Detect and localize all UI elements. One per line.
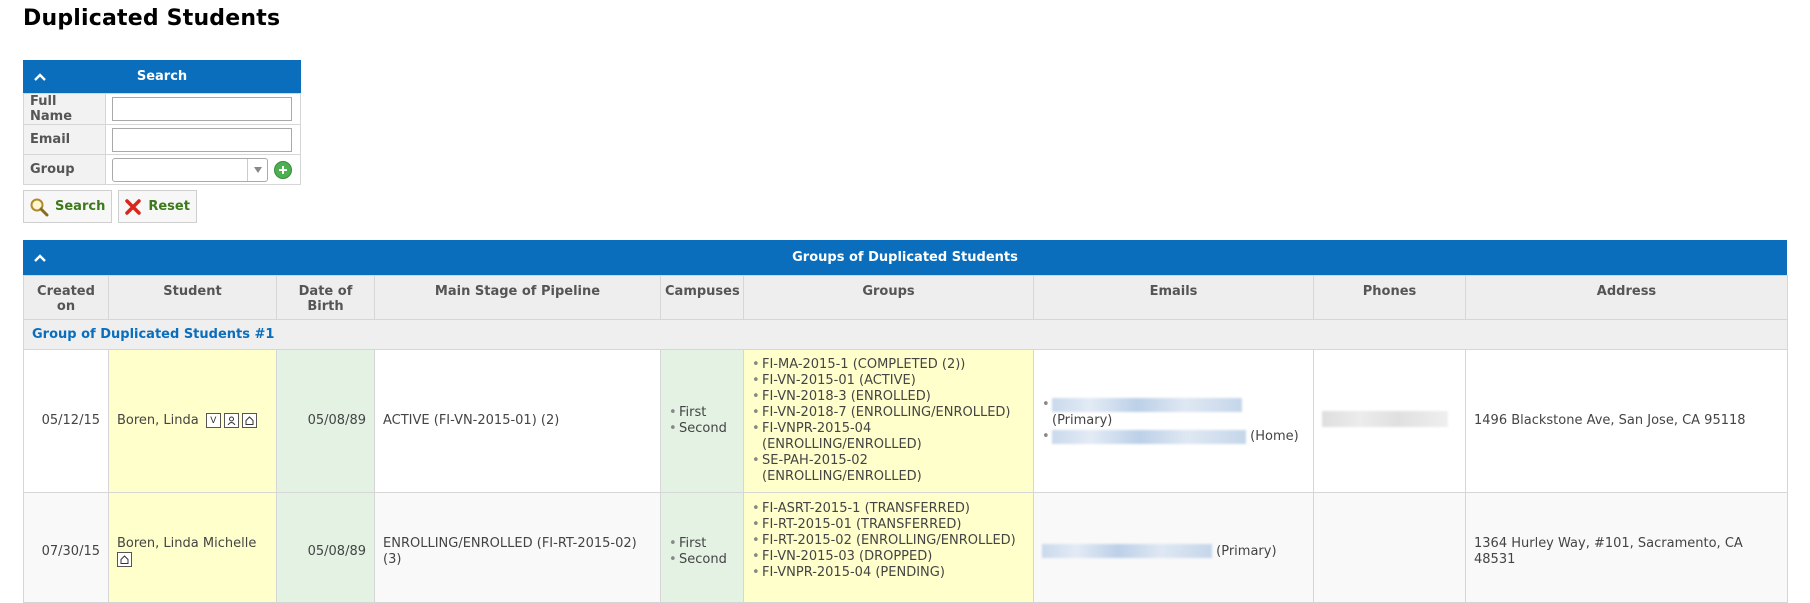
group-item: FI-VNPR-2015-04 (PENDING) — [752, 565, 1025, 581]
campus-item: First — [669, 405, 735, 421]
page-title: Duplicated Students — [23, 6, 281, 31]
add-group-icon[interactable] — [274, 160, 292, 179]
column-header-stage[interactable]: Main Stage of Pipeline — [374, 275, 661, 320]
column-header-address[interactable]: Address — [1465, 275, 1788, 320]
collapse-caret-icon[interactable] — [31, 240, 49, 275]
search-panel-header[interactable]: Search — [23, 60, 301, 93]
table-row[interactable]: 05/12/15 Boren, Linda V 05/08/89 ACTIVE … — [23, 349, 1788, 493]
group-item: FI-VN-2018-3 (ENROLLED) — [752, 389, 1025, 405]
group-header-row: Group of Duplicated Students #1 — [23, 319, 1788, 350]
red-x-icon — [124, 198, 142, 216]
column-header-groups[interactable]: Groups — [743, 275, 1034, 320]
campuses-cell: First Second — [660, 492, 744, 603]
dob-cell: 05/08/89 — [276, 349, 375, 493]
redacted-email — [1042, 544, 1212, 558]
stage-cell: ENROLLING/ENROLLED (FI-RT-2015-02) (3) — [374, 492, 661, 603]
campus-item: Second — [669, 421, 735, 437]
user-icon[interactable] — [223, 413, 239, 428]
group-item: FI-VNPR-2015-04 (ENROLLING/ENROLLED) — [752, 421, 1025, 453]
campus-item: Second — [669, 552, 735, 568]
group-item: SE-PAH-2015-02 (ENROLLING/ENROLLED) — [752, 453, 1025, 485]
created-cell: 07/30/15 — [23, 492, 109, 603]
chevron-down-icon[interactable] — [247, 158, 267, 181]
column-header-created[interactable]: Created on — [23, 275, 109, 320]
redacted-email — [1052, 429, 1246, 444]
group-item: FI-VN-2018-7 (ENROLLING/ENROLLED) — [752, 405, 1025, 421]
created-cell: 05/12/15 — [23, 349, 109, 493]
student-cell: Boren, Linda V — [108, 349, 277, 493]
redacted-email — [1052, 397, 1242, 412]
group-item: FI-VN-2015-01 (ACTIVE) — [752, 373, 1025, 389]
column-header-dob[interactable]: Date of Birth — [276, 275, 375, 320]
campuses-cell: First Second — [660, 349, 744, 493]
search-panel: Search Full Name Email Group Search Rese… — [23, 60, 301, 223]
home-icon[interactable] — [117, 551, 132, 567]
groups-panel-title: Groups of Duplicated Students — [792, 250, 1018, 265]
group-item: FI-RT-2015-02 (ENROLLING/ENROLLED) — [752, 533, 1025, 549]
column-header-emails[interactable]: Emails — [1033, 275, 1314, 320]
group-item: FI-RT-2015-01 (TRANSFERRED) — [752, 517, 1025, 533]
group-title[interactable]: Group of Duplicated Students #1 — [23, 319, 1788, 350]
student-name[interactable]: Boren, Linda — [117, 413, 199, 428]
groups-cell: FI-ASRT-2015-1 (TRANSFERRED) FI-RT-2015-… — [743, 492, 1034, 603]
reset-button[interactable]: Reset — [118, 190, 197, 223]
groups-cell: FI-MA-2015-1 (COMPLETED (2)) FI-VN-2015-… — [743, 349, 1034, 493]
address-cell: 1496 Blackstone Ave, San Jose, CA 95118 — [1465, 349, 1788, 493]
search-panel-title: Search — [136, 69, 188, 84]
reset-button-label: Reset — [148, 199, 190, 214]
full-name-label: Full Name — [23, 93, 106, 125]
table-header-row: Created on Student Date of Birth Main St… — [23, 275, 1788, 320]
student-cell: Boren, Linda Michelle — [108, 492, 277, 603]
dob-cell: 05/08/89 — [276, 492, 375, 603]
email-type: (Primary) — [1052, 413, 1113, 428]
group-label: Group — [23, 154, 106, 185]
collapse-caret-icon[interactable] — [31, 60, 49, 93]
search-button[interactable]: Search — [23, 190, 113, 223]
emails-cell: (Primary) — [1033, 492, 1314, 603]
full-name-input[interactable] — [112, 97, 292, 121]
group-select[interactable] — [112, 157, 268, 182]
group-item: FI-MA-2015-1 (COMPLETED (2)) — [752, 357, 1025, 373]
home-icon[interactable] — [241, 413, 257, 428]
address-cell: 1364 Hurley Way, #101, Sacramento, CA 48… — [1465, 492, 1788, 603]
redacted-phone — [1322, 410, 1448, 427]
groups-panel: Groups of Duplicated Students Created on… — [23, 240, 1788, 603]
groups-panel-header[interactable]: Groups of Duplicated Students — [23, 240, 1787, 275]
email-type: (Home) — [1250, 429, 1299, 444]
stage-cell: ACTIVE (FI-VN-2015-01) (2) — [374, 349, 661, 493]
search-form: Full Name Email Group — [23, 93, 301, 185]
column-header-phones[interactable]: Phones — [1313, 275, 1466, 320]
group-item: FI-ASRT-2015-1 (TRANSFERRED) — [752, 501, 1025, 517]
search-button-label: Search — [55, 199, 106, 214]
column-header-student[interactable]: Student — [108, 275, 277, 320]
phones-cell — [1313, 492, 1466, 603]
emails-cell: (Primary) (Home) — [1033, 349, 1314, 493]
email-input[interactable] — [112, 127, 292, 152]
email-type: (Primary) — [1216, 543, 1277, 559]
email-label: Email — [23, 124, 106, 155]
phones-cell — [1313, 349, 1466, 493]
column-header-campuses[interactable]: Campuses — [660, 275, 744, 320]
magnifier-icon — [29, 197, 49, 217]
duplicates-table: Created on Student Date of Birth Main St… — [23, 275, 1788, 603]
student-name[interactable]: Boren, Linda Michelle — [117, 536, 256, 551]
verify-icon[interactable]: V — [205, 413, 221, 428]
group-item: FI-VN-2015-03 (DROPPED) — [752, 549, 1025, 565]
campus-item: First — [669, 536, 735, 552]
table-row[interactable]: 07/30/15 Boren, Linda Michelle 05/08/89 … — [23, 492, 1788, 603]
